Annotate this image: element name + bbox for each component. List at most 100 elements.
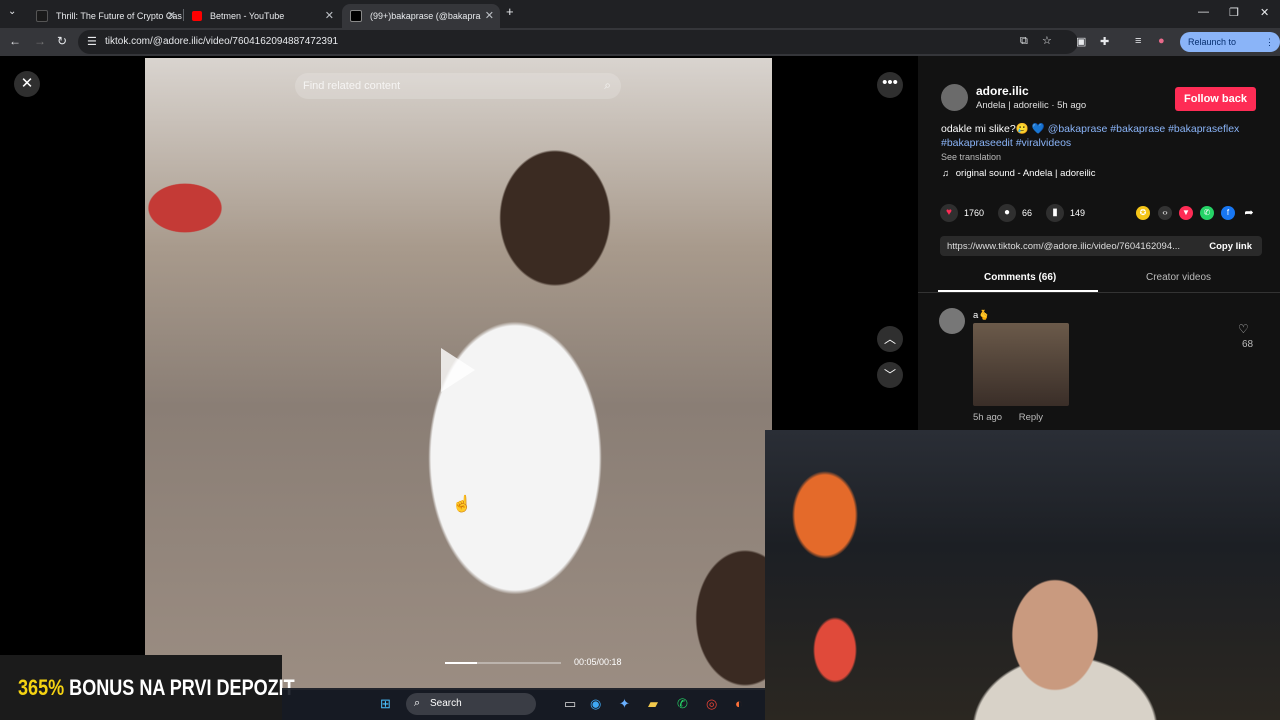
related-search-input[interactable]: Find related content ⌕ <box>295 73 621 99</box>
tab-thrill[interactable]: Thrill: The Future of Crypto Casi ✕ <box>28 4 182 28</box>
puzzle-icon[interactable]: ✚ <box>1100 35 1109 48</box>
extension-icon[interactable]: ▣ <box>1076 35 1086 48</box>
address-bar[interactable]: ☰ tiktok.com/@adore.ilic/video/760416209… <box>78 30 1078 54</box>
comment-avatar[interactable] <box>939 308 965 334</box>
relaunch-button[interactable]: Relaunch to update ⋮ <box>1180 32 1280 67</box>
search-placeholder: Find related content <box>303 80 401 92</box>
close-tab-icon[interactable]: ✕ <box>167 9 176 22</box>
close-video-button[interactable]: ✕ <box>14 71 40 97</box>
embed-icon[interactable]: ‹› <box>1158 206 1172 220</box>
site-info-icon[interactable]: ☰ <box>87 35 97 48</box>
tab-strip: ⌄ Thrill: The Future of Crypto Casi ✕ Be… <box>0 0 1280 28</box>
chrome-icon[interactable]: ◎ <box>706 696 717 712</box>
copilot-icon[interactable]: ✦ <box>619 696 630 712</box>
file-explorer-icon[interactable]: ▰ <box>648 696 658 712</box>
taskbar-search[interactable]: ⌕ Search <box>406 693 536 715</box>
comment-bubble-icon: ● <box>998 204 1016 222</box>
video-timecode: 00:05/00:18 <box>574 657 622 667</box>
video-player[interactable]: Find related content ⌕ ☝ 00:05/00:18 <box>145 58 772 690</box>
menu-dots-icon[interactable]: ⋮ <box>1265 32 1274 52</box>
reply-button[interactable]: Reply <box>1019 412 1043 423</box>
forward-icon[interactable]: → <box>34 34 46 48</box>
webcam-overlay <box>765 430 1280 720</box>
post-link-text: https://www.tiktok.com/@adore.ilic/video… <box>947 241 1181 252</box>
new-tab-button[interactable]: + <box>506 4 514 19</box>
hand-cursor-icon: ☝ <box>452 496 472 513</box>
task-view-icon[interactable]: ▭ <box>564 696 576 712</box>
tab-tiktok[interactable]: (99+)bakaprase (@bakapra ✕ <box>342 4 500 28</box>
copy-link-button[interactable]: Copy link <box>1209 241 1252 252</box>
sound-link[interactable]: ♫ original sound - Andela | adoreilic <box>942 168 1096 179</box>
restore-icon[interactable]: ❐ <box>1229 6 1239 19</box>
comment-button[interactable]: ● 66 <box>998 204 1032 222</box>
facebook-icon[interactable]: f <box>1221 206 1235 220</box>
follow-back-button[interactable]: Follow back <box>1175 87 1256 111</box>
video-progress-bar[interactable] <box>445 662 561 664</box>
tab-divider <box>918 292 1280 293</box>
windows-start-icon[interactable]: ⊞ <box>380 696 391 712</box>
firefox-icon[interactable]: ◐ <box>735 696 743 711</box>
bookmark-star-icon[interactable]: ☆ <box>1042 34 1052 47</box>
comment-like-heart-icon[interactable]: ♡ <box>1238 322 1249 336</box>
bonus-percent: 365% <box>18 675 65 700</box>
avatar[interactable] <box>941 84 968 111</box>
comment-like-count: 68 <box>1242 339 1254 350</box>
bonus-banner-text: 365% BONUS NA PRVI DEPOZIT <box>18 675 295 701</box>
play-icon[interactable] <box>441 348 475 392</box>
heart-icon: ♥ <box>940 204 958 222</box>
taskbar-search-label: Search <box>430 698 462 709</box>
close-window-icon[interactable]: ✕ <box>1260 6 1269 19</box>
previous-video-button[interactable]: ︿ <box>877 326 903 352</box>
close-tab-icon[interactable]: ✕ <box>485 9 494 22</box>
youtube-favicon-icon <box>192 11 202 21</box>
share-arrow-icon[interactable]: ➦ <box>1242 206 1256 220</box>
browser-toolbar: ← → ↻ ☰ tiktok.com/@adore.ilic/video/760… <box>0 28 1280 67</box>
repost-icon[interactable]: ✪ <box>1136 206 1150 220</box>
search-icon: ⌕ <box>414 697 421 709</box>
minimize-icon[interactable]: — <box>1198 6 1209 18</box>
post-description: odakle mi slike?🥲 💙 @bakaprase #bakapras… <box>941 122 1261 150</box>
post-username[interactable]: adore.ilic <box>976 84 1029 98</box>
description-text: odakle mi slike?🥲 💙 <box>941 123 1048 135</box>
edge-icon[interactable]: ◉ <box>590 696 601 712</box>
tab-title: Betmen - YouTube <box>210 11 285 21</box>
close-tab-icon[interactable]: ✕ <box>325 9 334 22</box>
tab-title: (99+)bakaprase (@bakapra <box>370 11 481 21</box>
back-icon[interactable]: ← <box>9 34 21 48</box>
post-subline: Andela | adoreilic · 5h ago <box>976 100 1087 111</box>
bonus-text: BONUS NA PRVI DEPOZIT <box>64 675 295 700</box>
like-count: 1760 <box>964 208 985 218</box>
search-icon[interactable]: ⌕ <box>604 78 611 93</box>
post-link-field[interactable]: https://www.tiktok.com/@adore.ilic/video… <box>940 236 1262 256</box>
media-icon[interactable]: ≡ <box>1135 35 1141 47</box>
see-translation-link[interactable]: See translation <box>941 152 1001 162</box>
comment-meta: 5h ago Reply <box>973 412 1043 423</box>
send-icon[interactable]: ▼ <box>1179 206 1193 220</box>
music-note-icon: ♫ <box>942 168 950 179</box>
comment-time: 5h ago <box>973 412 1003 423</box>
reload-icon[interactable]: ↻ <box>57 34 67 48</box>
tiktok-favicon-icon <box>350 10 362 22</box>
install-icon[interactable]: ⧉ <box>1020 35 1028 48</box>
tab-comments[interactable]: Comments (66) <box>984 272 1056 283</box>
tab-creator-videos[interactable]: Creator videos <box>1146 272 1211 283</box>
bonus-banner: 365% BONUS NA PRVI DEPOZIT <box>0 655 295 720</box>
save-count: 149 <box>1070 208 1086 218</box>
whatsapp-taskbar-icon[interactable]: ✆ <box>677 696 688 712</box>
comment-image[interactable] <box>973 323 1069 406</box>
more-options-button[interactable]: ••• <box>877 72 903 98</box>
like-button[interactable]: ♥ 1760 <box>940 204 984 222</box>
windows-taskbar: ⊞ ⌕ Search ▭ ◉ ✦ ▰ ✆ ◎ ◐ <box>282 688 765 720</box>
tab-youtube[interactable]: Betmen - YouTube ✕ <box>184 4 340 28</box>
video-progress-fill <box>445 662 478 664</box>
comment-count: 66 <box>1022 208 1033 218</box>
whatsapp-icon[interactable]: ✆ <box>1200 206 1214 220</box>
profile-icon[interactable]: ● <box>1158 35 1165 47</box>
tab-search-icon[interactable]: ⌄ <box>8 6 16 17</box>
next-video-button[interactable]: ﹀ <box>877 362 903 388</box>
save-button[interactable]: ▮ 149 <box>1046 204 1085 222</box>
comment-author[interactable]: a🫰 <box>973 310 990 321</box>
thrill-favicon-icon <box>36 10 48 22</box>
sound-label: original sound - Andela | adoreilic <box>955 168 1096 179</box>
tab-title: Thrill: The Future of Crypto Casi <box>56 11 182 21</box>
